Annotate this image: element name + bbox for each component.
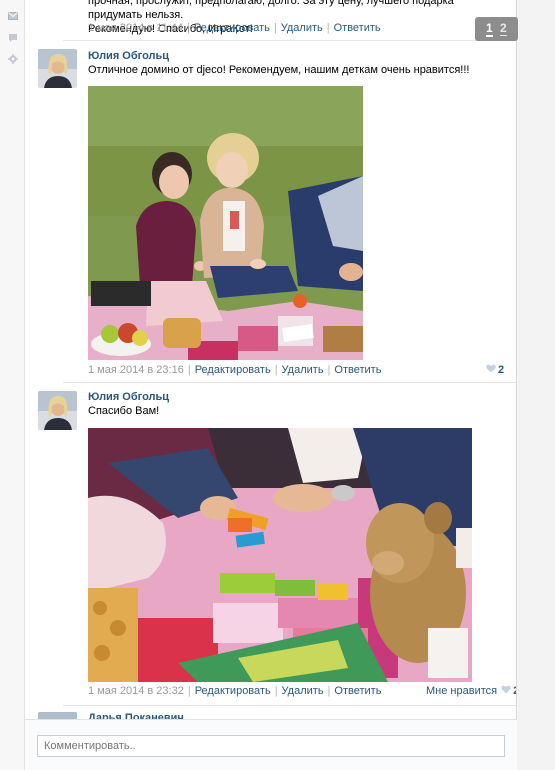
comment-date[interactable]: 1 мая 2014 в 23:32 [88, 685, 184, 697]
comment-composer [25, 719, 517, 770]
comment-text: Отличное домино от djeco! Рекомендуем, н… [88, 64, 470, 76]
right-background [517, 0, 555, 770]
avatar[interactable] [38, 49, 77, 88]
mail-icon[interactable] [8, 12, 18, 22]
previous-comment-meta: 1 мая 2014 в 11:44 | Редактировать | Удалить… [88, 22, 381, 34]
comments-panel: прочная, прослужит, предполагаю, долго. … [25, 0, 517, 770]
comment-author[interactable]: Юлия Обгольц [88, 50, 169, 62]
pagination: 1 2 [475, 17, 518, 41]
comment-meta: 1 мая 2014 в 23:32 | Редактировать | Удалить… [88, 685, 382, 697]
comment-meta: 1 мая 2014 в 23:16 | Редактировать | Удалить… [88, 364, 382, 376]
comment-date[interactable]: 1 мая 2014 в 23:16 [88, 364, 184, 376]
reply-link[interactable]: Ответить [334, 685, 381, 697]
heart-icon[interactable] [501, 685, 511, 697]
edit-link[interactable]: Редактировать [195, 364, 271, 376]
edit-link[interactable]: Редактировать [195, 685, 271, 697]
avatar[interactable] [38, 391, 77, 430]
heart-icon[interactable] [486, 364, 496, 376]
comment-divider [63, 382, 516, 383]
comment-author[interactable]: Юлия Обгольц [88, 391, 169, 403]
page-1-button[interactable]: 1 [486, 21, 493, 37]
like-control[interactable]: Мне нравится 2 [426, 685, 516, 697]
edit-link[interactable]: Редактировать [194, 22, 270, 34]
comment-divider [63, 40, 516, 41]
like-count: 2 [498, 364, 505, 376]
comment-divider [63, 705, 516, 706]
like-control[interactable]: 2 [486, 364, 504, 376]
comment-photo[interactable] [88, 428, 472, 682]
left-rail [0, 0, 25, 770]
delete-link[interactable]: Удалить [281, 22, 323, 34]
delete-link[interactable]: Удалить [282, 685, 324, 697]
like-button[interactable]: Мне нравится [426, 685, 497, 697]
comment-photo[interactable] [88, 86, 363, 360]
previous-comment-line: прочная, прослужит, предполагаю, долго. … [88, 0, 454, 21]
page-2-button[interactable]: 2 [500, 21, 507, 36]
comment-date[interactable]: 1 мая 2014 в 11:44 [88, 22, 183, 34]
like-count: 2 [513, 685, 516, 697]
comment-input[interactable] [37, 735, 505, 757]
comment-icon[interactable] [8, 33, 18, 43]
delete-link[interactable]: Удалить [282, 364, 324, 376]
gear-icon[interactable] [8, 54, 18, 64]
reply-link[interactable]: Ответить [334, 364, 381, 376]
comment-text: Спасибо Вам! [88, 405, 160, 417]
reply-link[interactable]: Ответить [334, 22, 381, 34]
